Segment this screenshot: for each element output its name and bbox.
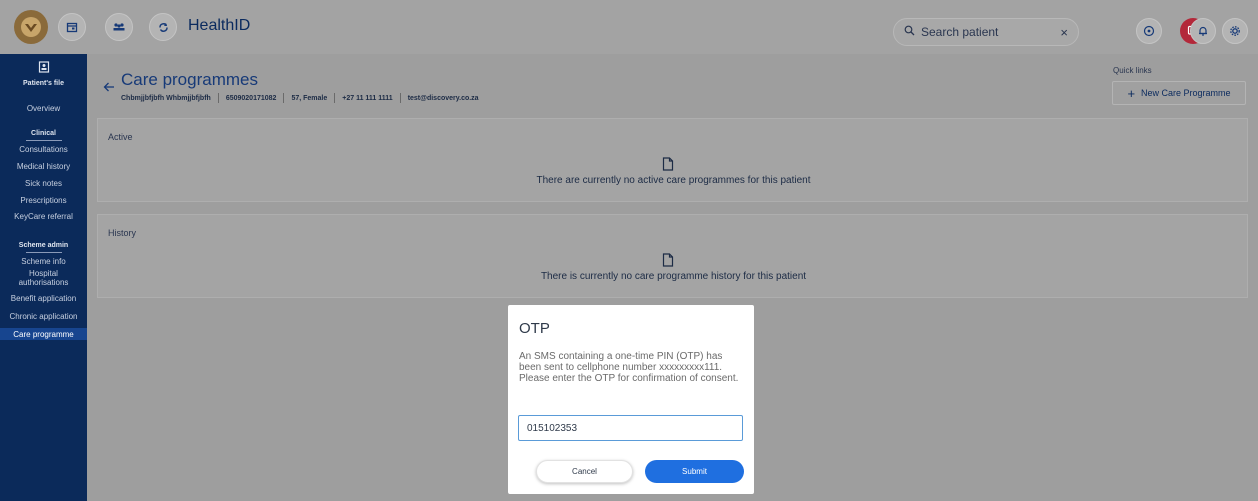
app-title: HealthID <box>188 17 251 34</box>
patient-name: Chbmjjbfjbfh Whbmjjbfjbfh <box>121 94 211 102</box>
patient-phone: +27 11 111 1111 <box>342 94 393 102</box>
plus-icon: + <box>1127 85 1136 101</box>
clear-search-icon[interactable]: × <box>1060 25 1068 40</box>
sidebar-item-chronic-application[interactable]: Chronic application <box>0 312 87 321</box>
section-label: Active <box>108 132 133 142</box>
sidebar-item-overview[interactable]: Overview <box>0 104 87 113</box>
sidebar-item-consultations[interactable]: Consultations <box>0 145 87 154</box>
sidebar-item-medical-history[interactable]: Medical history <box>0 162 87 171</box>
sidebar-item-sick-notes[interactable]: Sick notes <box>0 179 87 188</box>
divider <box>399 93 401 103</box>
sidebar-item-label: Hospital <box>29 269 58 278</box>
quick-links-label: Quick links <box>1113 66 1152 75</box>
divider <box>217 93 219 103</box>
notification-icon[interactable] <box>1190 18 1216 44</box>
section-label: History <box>108 228 137 238</box>
divider <box>283 93 285 103</box>
page-title: Care programmes <box>121 70 258 89</box>
sidebar-section-clinical: Clinical <box>31 130 56 137</box>
dialog-title: OTP <box>519 320 550 337</box>
sidebar-item-scheme-info[interactable]: Scheme info <box>0 257 87 266</box>
sidebar-divider <box>26 252 62 253</box>
team-icon[interactable] <box>105 13 133 41</box>
search-icon <box>904 23 915 41</box>
sidebar-item-benefit-application[interactable]: Benefit application <box>0 294 87 303</box>
sidebar-divider <box>26 140 62 141</box>
dialog-message: An SMS containing a one-time PIN (OTP) h… <box>519 351 739 384</box>
search-bar[interactable]: × <box>893 18 1079 46</box>
otp-input[interactable] <box>518 415 743 441</box>
sidebar: Patient's file Overview Clinical Consult… <box>0 54 87 501</box>
empty-message: There is currently no care programme his… <box>540 271 807 282</box>
button-label: New Care Programme <box>1141 88 1231 98</box>
sidebar-header: Patient's file <box>0 60 87 87</box>
sidebar-title: Patient's file <box>23 80 64 87</box>
settings-icon[interactable] <box>1222 18 1248 44</box>
sidebar-item-prescriptions[interactable]: Prescriptions <box>0 196 87 205</box>
document-icon <box>662 157 674 176</box>
calendar-icon[interactable] <box>58 13 86 41</box>
sidebar-section-scheme-admin: Scheme admin <box>18 242 69 249</box>
search-input[interactable] <box>921 25 1051 39</box>
document-icon <box>662 253 674 272</box>
otp-dialog: OTP An SMS containing a one-time PIN (OT… <box>508 305 754 494</box>
submit-button[interactable]: Submit <box>645 460 744 483</box>
top-bar: HealthID × <box>0 0 1258 54</box>
sidebar-item-hospital-authorisations[interactable]: Hospital authorisations <box>0 269 87 287</box>
new-care-programme-button[interactable]: + New Care Programme <box>1112 81 1246 105</box>
patient-id: 6509020171082 <box>225 94 277 102</box>
sidebar-item-label: authorisations <box>18 278 69 287</box>
empty-message: There are currently no active care progr… <box>536 175 811 186</box>
patient-age-gender: 57, Female <box>291 94 328 102</box>
sidebar-item-care-programme[interactable]: Care programme <box>0 330 87 339</box>
cancel-button[interactable]: Cancel <box>536 460 633 483</box>
logo-icon[interactable] <box>14 10 48 44</box>
sidebar-item-keycare-referral[interactable]: KeyCare referral <box>0 212 87 221</box>
refresh-icon[interactable] <box>149 13 177 41</box>
history-section: History There is currently no care progr… <box>97 214 1248 298</box>
active-section: Active There are currently no active car… <box>97 118 1248 202</box>
patient-info-bar: Chbmjjbfjbfh Whbmjjbfjbfh 6509020171082 … <box>121 93 479 103</box>
divider <box>334 93 336 103</box>
help-icon[interactable] <box>1136 18 1162 44</box>
patient-file-icon <box>38 60 50 77</box>
back-arrow-icon[interactable] <box>103 80 115 96</box>
patient-email: test@discovery.co.za <box>407 94 479 102</box>
